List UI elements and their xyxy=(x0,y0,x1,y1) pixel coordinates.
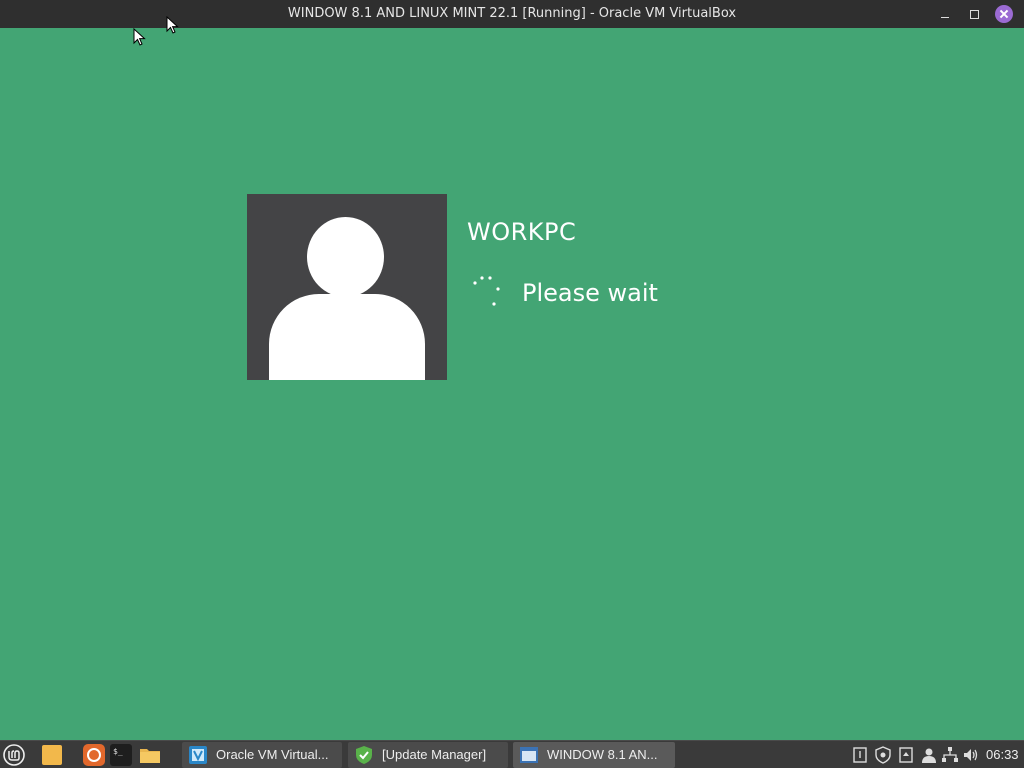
notes-icon[interactable] xyxy=(851,746,869,764)
task-label: Oracle VM Virtual... xyxy=(216,747,329,762)
vm-guest-screen[interactable]: WORKPC Please wait xyxy=(0,28,1024,740)
avatar-head-shape xyxy=(307,217,384,297)
shield-icon[interactable] xyxy=(874,746,892,764)
files-icon[interactable] xyxy=(40,743,64,767)
user-icon[interactable] xyxy=(920,746,938,764)
loading-spinner-icon xyxy=(473,276,500,306)
network-icon[interactable] xyxy=(941,746,959,764)
status-text: Please wait xyxy=(522,279,658,307)
volume-icon[interactable] xyxy=(962,746,980,764)
virtualbox-icon xyxy=(189,746,207,764)
terminal-icon[interactable]: $_ xyxy=(109,743,133,767)
minimize-button[interactable] xyxy=(935,4,955,24)
maximize-button[interactable] xyxy=(964,4,984,24)
taskbar-clock[interactable]: 06:33 xyxy=(986,741,1019,768)
user-avatar xyxy=(247,194,447,380)
mouse-cursor-icon xyxy=(166,16,179,34)
firefox-icon[interactable] xyxy=(82,743,106,767)
task-vm-window[interactable]: WINDOW 8.1 AN... xyxy=(513,742,675,768)
update-manager-icon xyxy=(356,746,372,764)
mouse-cursor-icon xyxy=(133,28,146,46)
svg-text:$_: $_ xyxy=(113,747,123,756)
avatar-body-shape xyxy=(269,294,425,380)
task-virtualbox-manager[interactable]: Oracle VM Virtual... xyxy=(182,742,342,768)
task-update-manager[interactable]: [Update Manager] xyxy=(348,742,508,768)
folder-icon[interactable] xyxy=(138,743,162,767)
window-titlebar[interactable]: WINDOW 8.1 AND LINUX MINT 22.1 [Running]… xyxy=(0,0,1024,28)
task-label: [Update Manager] xyxy=(382,747,487,762)
vm-window-icon xyxy=(520,747,538,763)
drive-icon[interactable] xyxy=(897,746,915,764)
mint-menu-icon[interactable] xyxy=(2,743,26,767)
taskbar: $_ Oracle VM Virtual... [Update Manager]… xyxy=(0,740,1024,768)
username-label: WORKPC xyxy=(467,218,577,246)
close-button[interactable] xyxy=(995,5,1013,23)
task-label: WINDOW 8.1 AN... xyxy=(547,747,658,762)
window-title: WINDOW 8.1 AND LINUX MINT 22.1 [Running]… xyxy=(287,6,737,21)
